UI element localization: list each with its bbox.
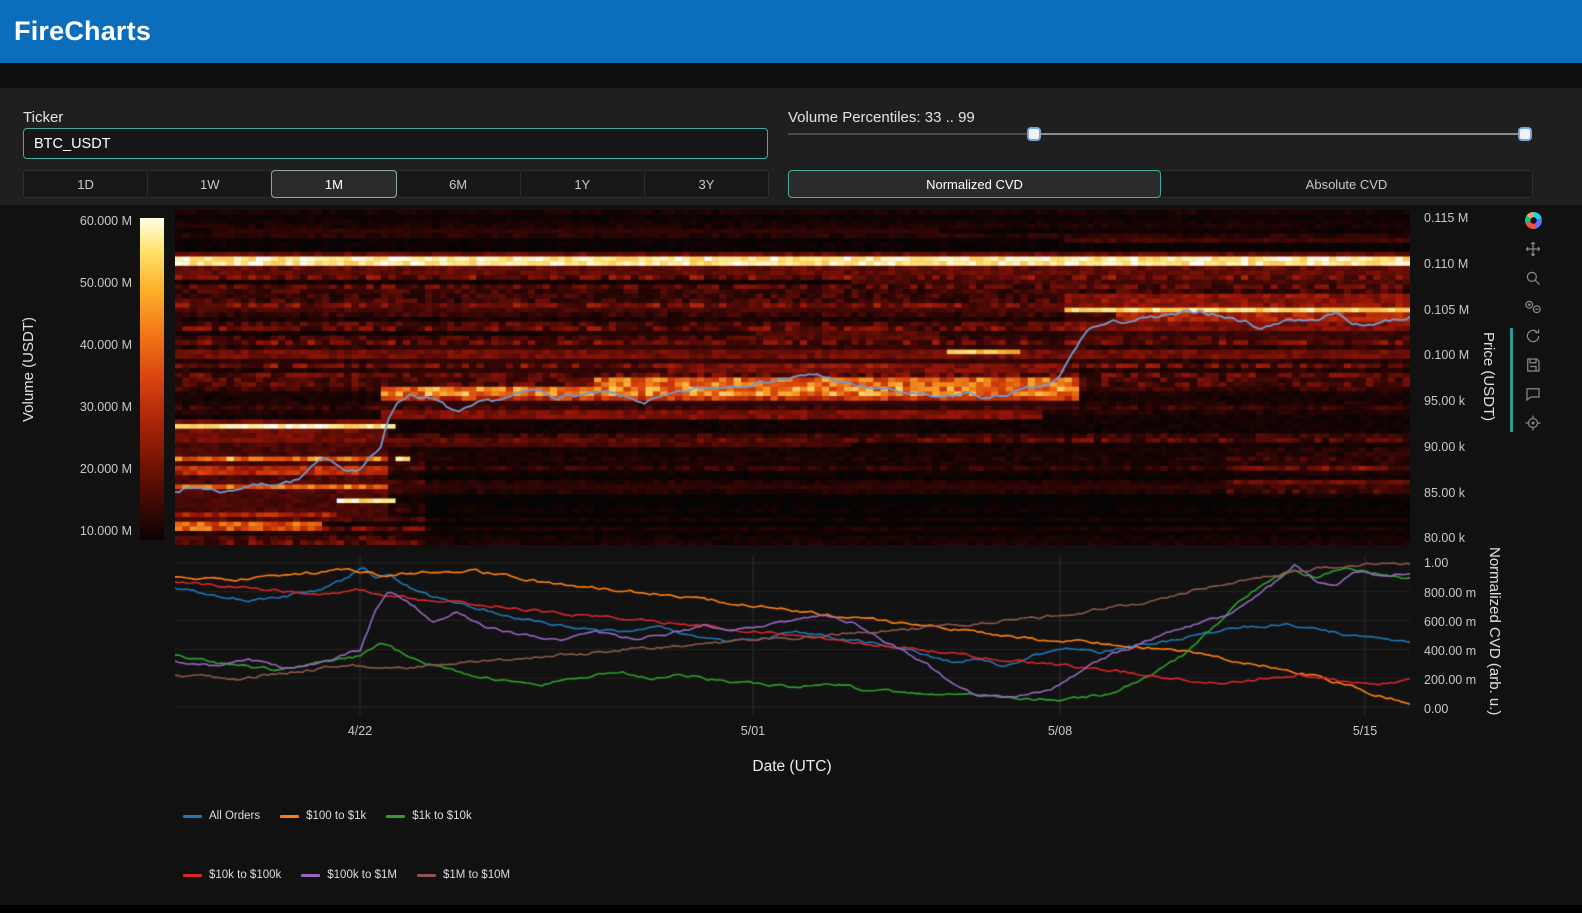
volume-tick: 30.000 M	[52, 399, 132, 415]
price-tick: 85.00 k	[1424, 485, 1465, 501]
date-tick: 4/22	[348, 723, 372, 739]
volume-tick: 40.000 M	[52, 337, 132, 353]
reset-axes-icon[interactable]	[1523, 326, 1543, 346]
ticker-label: Ticker	[23, 109, 63, 126]
legend-swatch	[183, 874, 202, 877]
legend-swatch	[280, 815, 299, 818]
slider-handle-high[interactable]	[1518, 127, 1532, 141]
date-tick: 5/08	[1048, 723, 1072, 739]
cvd-tick: 400.00 m	[1424, 643, 1476, 659]
legend-item[interactable]: $100 to $1k	[280, 810, 366, 822]
plot-container: Volume (USDT) 60.000 M 50.000 M 40.000 M 30…	[0, 205, 1582, 905]
legend-label: $1k to $10k	[412, 810, 471, 822]
header-substrip	[0, 63, 1582, 88]
volume-tick: 60.000 M	[52, 213, 132, 229]
normalized-cvd-button[interactable]: Normalized CVD	[788, 170, 1161, 198]
timeframe-group: 1D1W1M6M1Y3Y	[23, 170, 768, 198]
price-tick: 0.100 M	[1424, 347, 1469, 363]
legend-label: All Orders	[209, 810, 260, 822]
legend-swatch	[183, 815, 202, 818]
app-header: FireCharts	[0, 0, 1582, 63]
legend-swatch	[417, 874, 436, 877]
volume-percentiles-slider[interactable]	[788, 126, 1532, 142]
zoom-in-out-icon[interactable]	[1523, 297, 1543, 317]
app-title: FireCharts	[14, 16, 151, 47]
plotly-modebar	[1518, 210, 1548, 433]
legend-item[interactable]: All Orders	[183, 810, 260, 822]
date-tick: 5/01	[741, 723, 765, 739]
ticker-input[interactable]	[23, 128, 768, 159]
bottom-bar	[0, 905, 1582, 913]
cvd-tick: 800.00 m	[1424, 585, 1476, 601]
timeframe-1y-button[interactable]: 1Y	[520, 170, 645, 198]
cvd-tick: 0.00	[1424, 701, 1448, 717]
cvd-tick: 200.00 m	[1424, 672, 1476, 688]
cvd-axis-title: Normalized CVD (arb. u.)	[1486, 547, 1503, 715]
price-tick: 0.110 M	[1424, 256, 1468, 272]
timeframe-1m-button[interactable]: 1M	[271, 170, 396, 198]
volume-tick: 10.000 M	[52, 523, 132, 539]
date-tick: 5/15	[1353, 723, 1377, 739]
volume-percentiles-label: Volume Percentiles: 33 .. 99	[788, 109, 975, 126]
volume-colorbar	[140, 218, 164, 540]
legend-item[interactable]: $1M to $10M	[417, 869, 510, 881]
legend-row-1: All Orders $100 to $1k $1k to $10k	[183, 810, 472, 822]
box-zoom-icon[interactable]	[1523, 268, 1543, 288]
volume-tick: 20.000 M	[52, 461, 132, 477]
legend-item[interactable]: $100k to $1M	[301, 869, 397, 881]
legend-item[interactable]: $10k to $100k	[183, 869, 281, 881]
slider-selected-range	[1034, 133, 1525, 135]
x-axis-title: Date (UTC)	[752, 758, 831, 776]
price-tick: 0.105 M	[1424, 302, 1469, 318]
legend-swatch	[301, 874, 320, 877]
price-tick: 80.00 k	[1424, 530, 1465, 546]
save-icon[interactable]	[1523, 355, 1543, 375]
legend-label: $100 to $1k	[306, 810, 366, 822]
heatmap-canvas[interactable]	[175, 210, 1410, 545]
legend-item[interactable]: $1k to $10k	[386, 810, 471, 822]
hover-tooltip-icon[interactable]	[1523, 384, 1543, 404]
price-tick: 90.00 k	[1424, 439, 1465, 455]
spikelines-icon[interactable]	[1523, 413, 1543, 433]
legend-swatch	[386, 815, 405, 818]
price-tick: 0.115 M	[1424, 210, 1468, 226]
legend-label: $10k to $100k	[209, 869, 281, 881]
volume-axis-title: Volume (USDT)	[20, 317, 37, 422]
absolute-cvd-button[interactable]: Absolute CVD	[1160, 170, 1533, 198]
timeframe-1d-button[interactable]: 1D	[23, 170, 148, 198]
cvd-canvas[interactable]	[175, 555, 1410, 715]
pan-icon[interactable]	[1523, 239, 1543, 259]
timeframe-6m-button[interactable]: 6M	[396, 170, 521, 198]
legend-row-2: $10k to $100k $100k to $1M $1M to $10M	[183, 869, 510, 881]
price-axis-title: Price (USDT)	[1480, 332, 1497, 421]
cvd-tick: 600.00 m	[1424, 614, 1476, 630]
cvd-mode-group: Normalized CVDAbsolute CVD	[788, 170, 1532, 198]
cvd-tick: 1.00	[1424, 555, 1448, 571]
modebar-accent-line	[1510, 328, 1513, 432]
timeframe-1w-button[interactable]: 1W	[147, 170, 272, 198]
legend-label: $100k to $1M	[327, 869, 397, 881]
slider-handle-low[interactable]	[1027, 127, 1041, 141]
volume-tick: 50.000 M	[52, 275, 132, 291]
plotly-logo-icon[interactable]	[1523, 210, 1543, 230]
timeframe-3y-button[interactable]: 3Y	[644, 170, 769, 198]
legend-label: $1M to $10M	[443, 869, 510, 881]
price-tick: 95.00 k	[1424, 393, 1465, 409]
